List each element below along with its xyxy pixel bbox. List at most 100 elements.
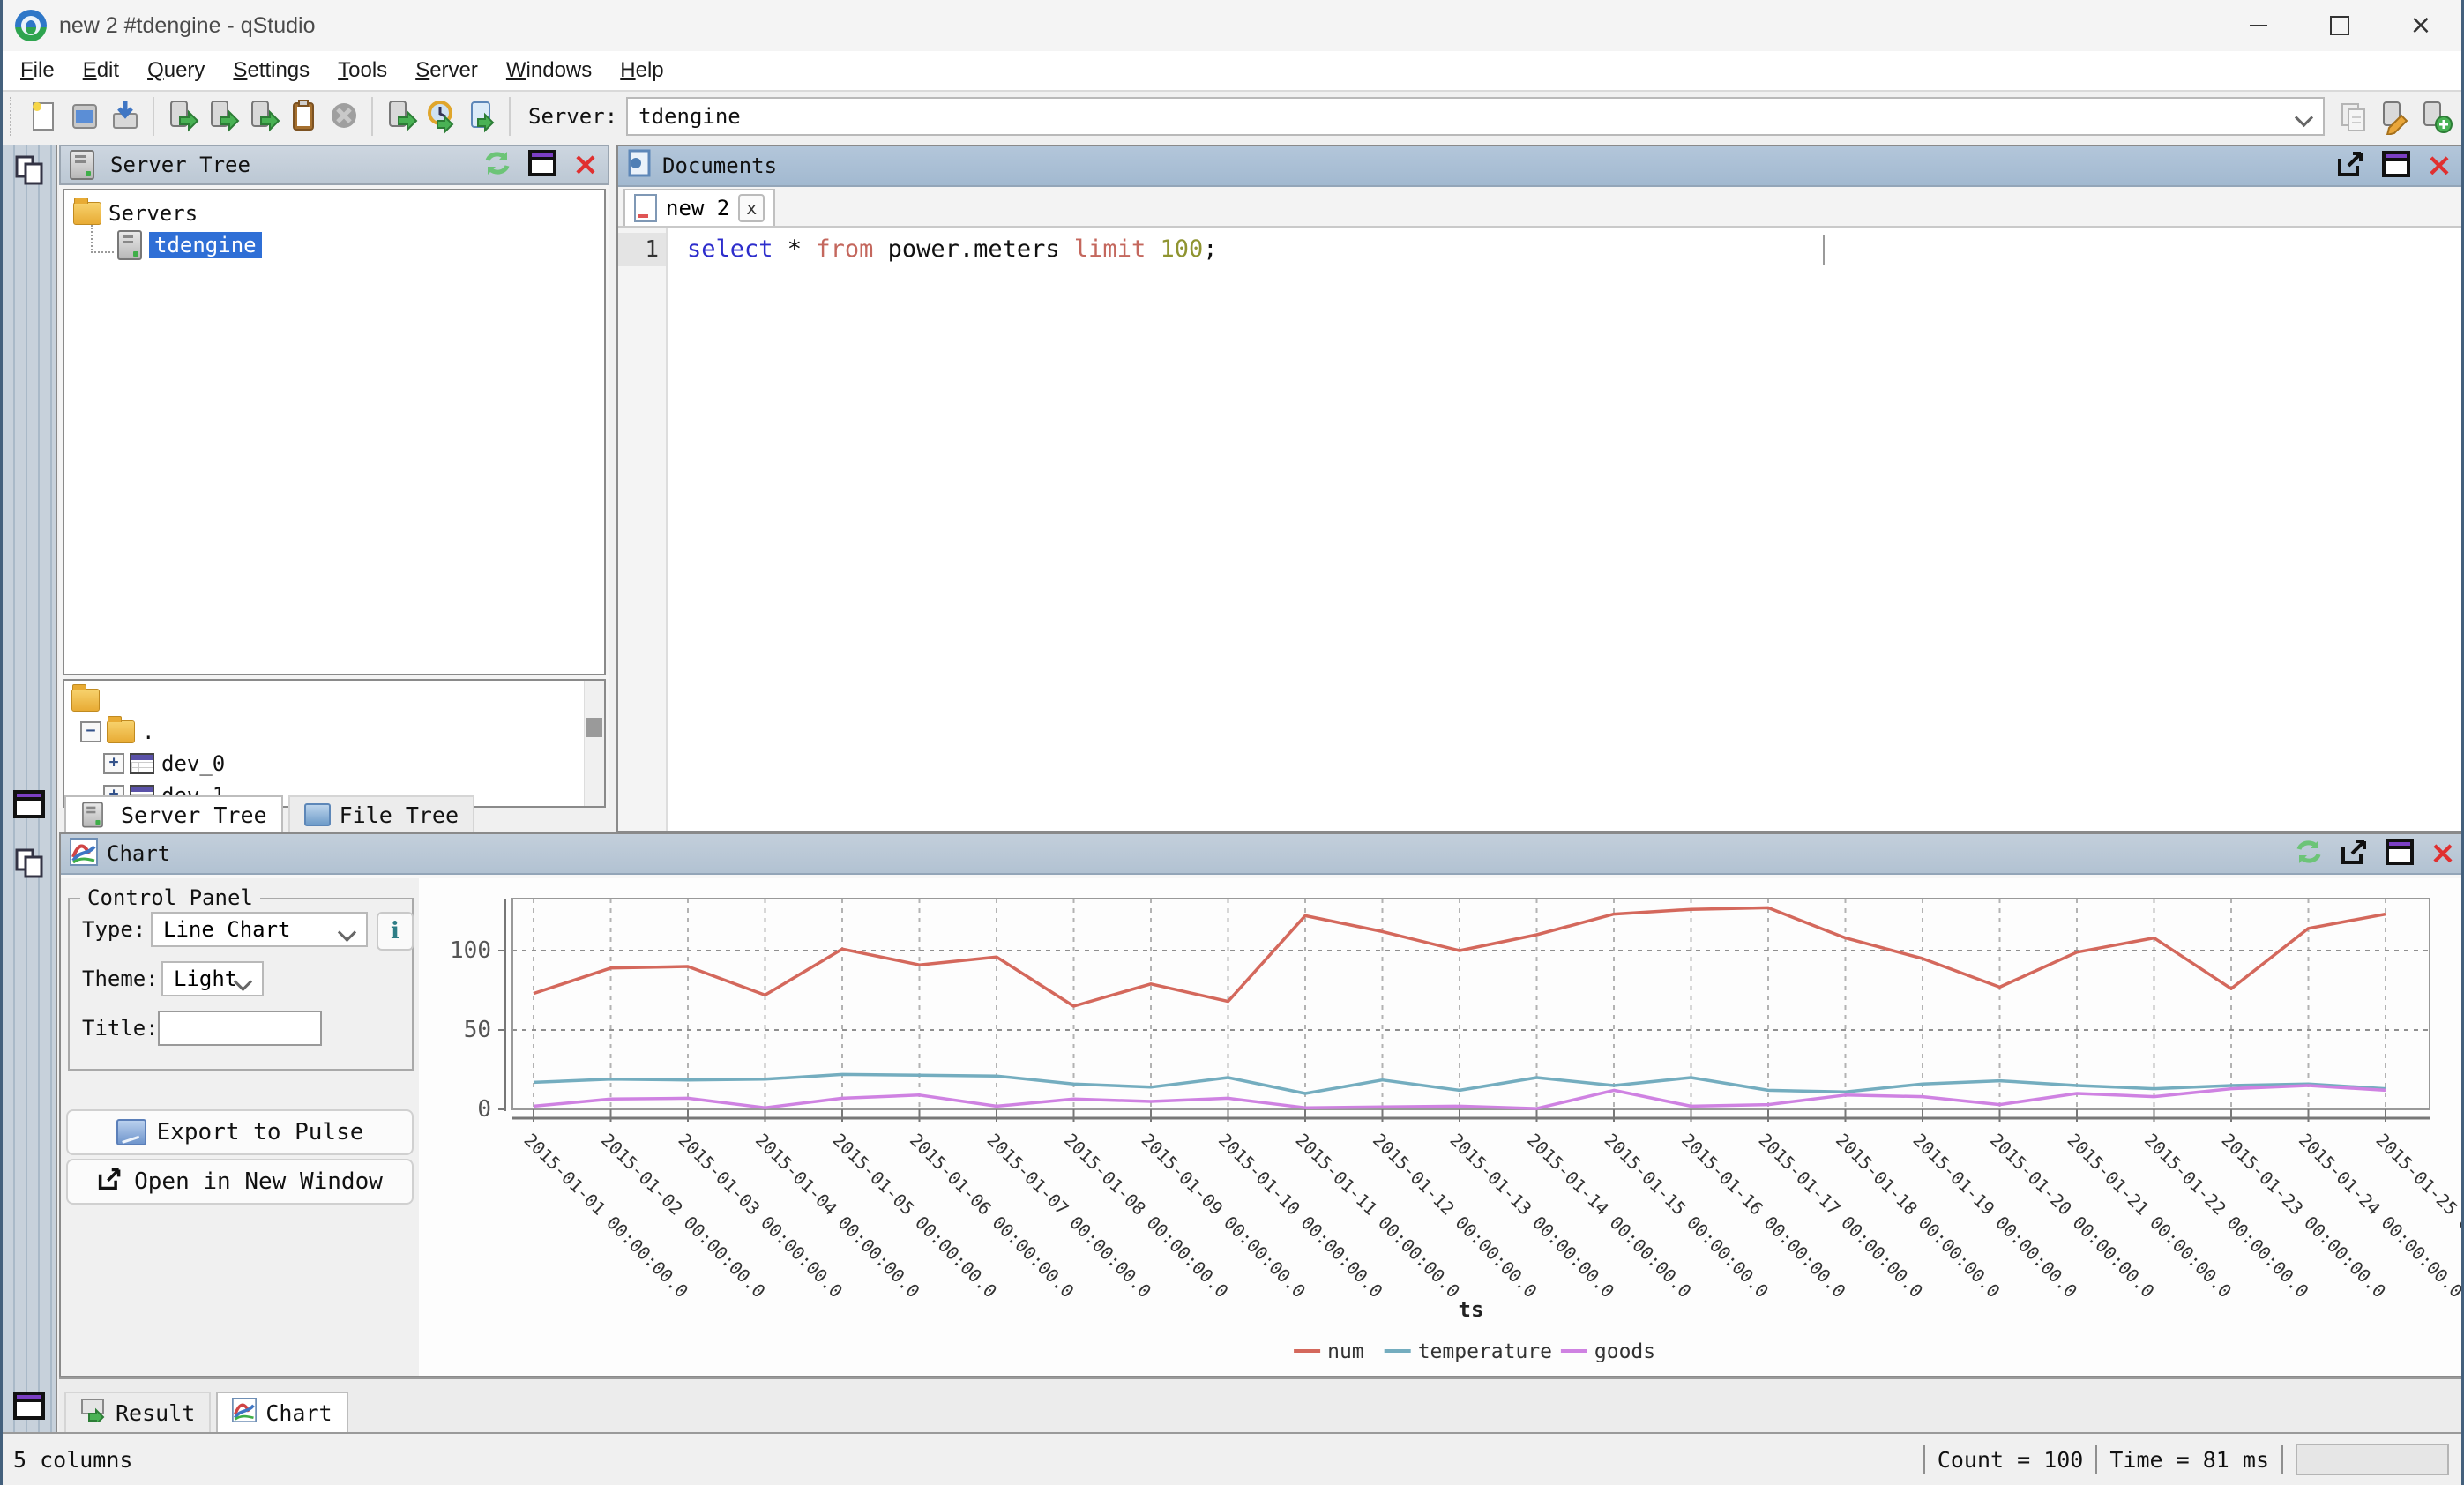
cascade-windows-icon[interactable]: [11, 847, 47, 882]
type-combo[interactable]: Line Chart: [151, 912, 368, 947]
svg-text:2015-01-09 00:00:00.0: 2015-01-09 00:00:00.0: [1137, 1130, 1310, 1302]
left-panel-tabs: Server Tree File Tree: [59, 808, 609, 832]
maximize-button[interactable]: [2299, 0, 2380, 51]
svg-text:2015-01-06 00:00:00.0: 2015-01-06 00:00:00.0: [906, 1130, 1079, 1302]
popout-icon: [97, 1167, 123, 1198]
expand-icon[interactable]: +: [103, 753, 124, 774]
documents-header: Documents ×: [618, 146, 2461, 187]
chart-info-button[interactable]: i: [377, 912, 414, 951]
qstudio-logo-icon: [15, 10, 47, 41]
close-button[interactable]: ×: [2380, 0, 2461, 51]
tab-result[interactable]: Result: [64, 1392, 211, 1432]
table-node-dev0[interactable]: dev_0: [161, 751, 225, 776]
sql-editor[interactable]: 1 select * from power.meters limit 100;: [618, 228, 2461, 831]
restore-panel-icon[interactable]: [11, 1388, 47, 1423]
export-to-pulse-button[interactable]: Export to Pulse: [66, 1109, 414, 1155]
status-time: Time = 81 ms: [2109, 1447, 2269, 1473]
maximize-panel-icon[interactable]: [2382, 151, 2410, 181]
close-panel-icon[interactable]: ×: [572, 152, 599, 178]
theme-combo[interactable]: Light: [161, 961, 264, 996]
svg-text:temperature: temperature: [1418, 1340, 1552, 1363]
server-combo[interactable]: tdengine: [626, 97, 2325, 136]
close-panel-icon[interactable]: ×: [2426, 153, 2453, 179]
toolbar-grip: [10, 97, 19, 136]
popout-icon[interactable]: [2336, 150, 2366, 182]
run-script-icon[interactable]: [383, 98, 418, 135]
send-script-icon[interactable]: [464, 98, 499, 135]
status-columns: 5 columns: [13, 1447, 132, 1473]
chart-icon: [70, 838, 98, 869]
scrollbar-track[interactable]: [584, 681, 604, 806]
folder-icon: [107, 720, 135, 743]
menu-tools[interactable]: Tools: [327, 56, 398, 85]
run-selection-icon[interactable]: [245, 98, 280, 135]
refresh-icon[interactable]: [482, 148, 512, 182]
menu-server[interactable]: Server: [405, 56, 489, 85]
schedule-icon[interactable]: [423, 98, 459, 135]
run-line-icon[interactable]: [205, 98, 240, 135]
svg-text:2015-01-11 00:00:00.0: 2015-01-11 00:00:00.0: [1291, 1130, 1464, 1302]
servers-root-node[interactable]: Servers: [108, 201, 198, 226]
document-tab-label: new 2: [666, 196, 729, 220]
open-in-new-window-button[interactable]: Open in New Window: [66, 1159, 414, 1205]
sql-token: limit: [1074, 235, 1161, 263]
maximize-panel-icon[interactable]: [2386, 839, 2414, 869]
title-label: Title:: [82, 1016, 159, 1041]
restore-panel-icon[interactable]: [11, 787, 47, 822]
menu-settings[interactable]: Settings: [222, 56, 320, 85]
documents-tabbar: new 2 x: [618, 187, 2461, 228]
minimize-button[interactable]: [2218, 0, 2299, 51]
collapse-icon[interactable]: −: [80, 721, 101, 742]
svg-text:0: 0: [477, 1096, 491, 1123]
clipboard-icon[interactable]: [286, 98, 321, 135]
scrollbar-thumb[interactable]: [586, 718, 602, 737]
tab-file-tree[interactable]: File Tree: [288, 795, 474, 832]
svg-text:goods: goods: [1594, 1340, 1655, 1363]
server-label: Server:: [528, 104, 617, 129]
svg-text:2015-01-07 00:00:00.0: 2015-01-07 00:00:00.0: [982, 1130, 1155, 1302]
dot-folder-node[interactable]: .: [142, 720, 154, 744]
toolbar-separator: [153, 97, 154, 136]
documents-title: Documents: [662, 153, 777, 178]
control-panel-legend: Control Panel: [80, 885, 260, 910]
tab-server-tree[interactable]: Server Tree: [64, 795, 283, 832]
document-tab-new2[interactable]: new 2 x: [623, 189, 775, 226]
cancel-query-icon: [326, 98, 362, 135]
export-to-pulse-label: Export to Pulse: [157, 1119, 364, 1145]
sql-token: 100: [1160, 235, 1203, 263]
tab-server-tree-label: Server Tree: [121, 802, 267, 828]
run-query-icon[interactable]: [164, 98, 199, 135]
save-icon[interactable]: [108, 98, 143, 135]
svg-text:num: num: [1327, 1340, 1364, 1363]
svg-text:100: 100: [450, 937, 491, 964]
control-panel-group: Control Panel Type: Line Chart i Theme: …: [68, 898, 414, 1071]
cascade-windows-icon[interactable]: [11, 153, 47, 189]
dock-strip-top: [3, 145, 57, 832]
chart-controls: Control Panel Type: Line Chart i Theme: …: [61, 878, 422, 1376]
add-server-icon[interactable]: [2417, 98, 2453, 135]
menu-help[interactable]: Help: [609, 56, 674, 85]
popout-icon[interactable]: [2340, 838, 2370, 869]
svg-text:2015-01-16 00:00:00.0: 2015-01-16 00:00:00.0: [1677, 1130, 1850, 1302]
refresh-icon[interactable]: [2294, 837, 2324, 870]
chart-title-input[interactable]: [158, 1011, 322, 1046]
tab-file-tree-label: File Tree: [340, 802, 459, 828]
tree-connector: [91, 225, 114, 253]
tab-close-button[interactable]: x: [738, 194, 765, 222]
menu-query[interactable]: Query: [137, 56, 215, 85]
server-tree-title: Server Tree: [110, 153, 250, 177]
edit-server-icon[interactable]: [2377, 98, 2412, 135]
svg-text:2015-01-05 00:00:00.0: 2015-01-05 00:00:00.0: [828, 1130, 1001, 1302]
tdengine-node[interactable]: tdengine: [149, 232, 262, 258]
menu-edit[interactable]: Edit: [72, 56, 130, 85]
pulse-icon: [116, 1119, 146, 1145]
maximize-panel-icon[interactable]: [528, 150, 556, 180]
svg-text:2015-01-21 00:00:00.0: 2015-01-21 00:00:00.0: [2063, 1130, 2236, 1302]
new-document-icon[interactable]: [26, 98, 62, 135]
menu-windows[interactable]: Windows: [496, 56, 602, 85]
open-file-icon[interactable]: [67, 98, 102, 135]
menu-file[interactable]: File: [10, 56, 65, 85]
status-count: Count = 100: [1938, 1447, 2084, 1473]
tab-chart[interactable]: Chart: [216, 1392, 347, 1432]
close-panel-icon[interactable]: ×: [2430, 840, 2456, 867]
